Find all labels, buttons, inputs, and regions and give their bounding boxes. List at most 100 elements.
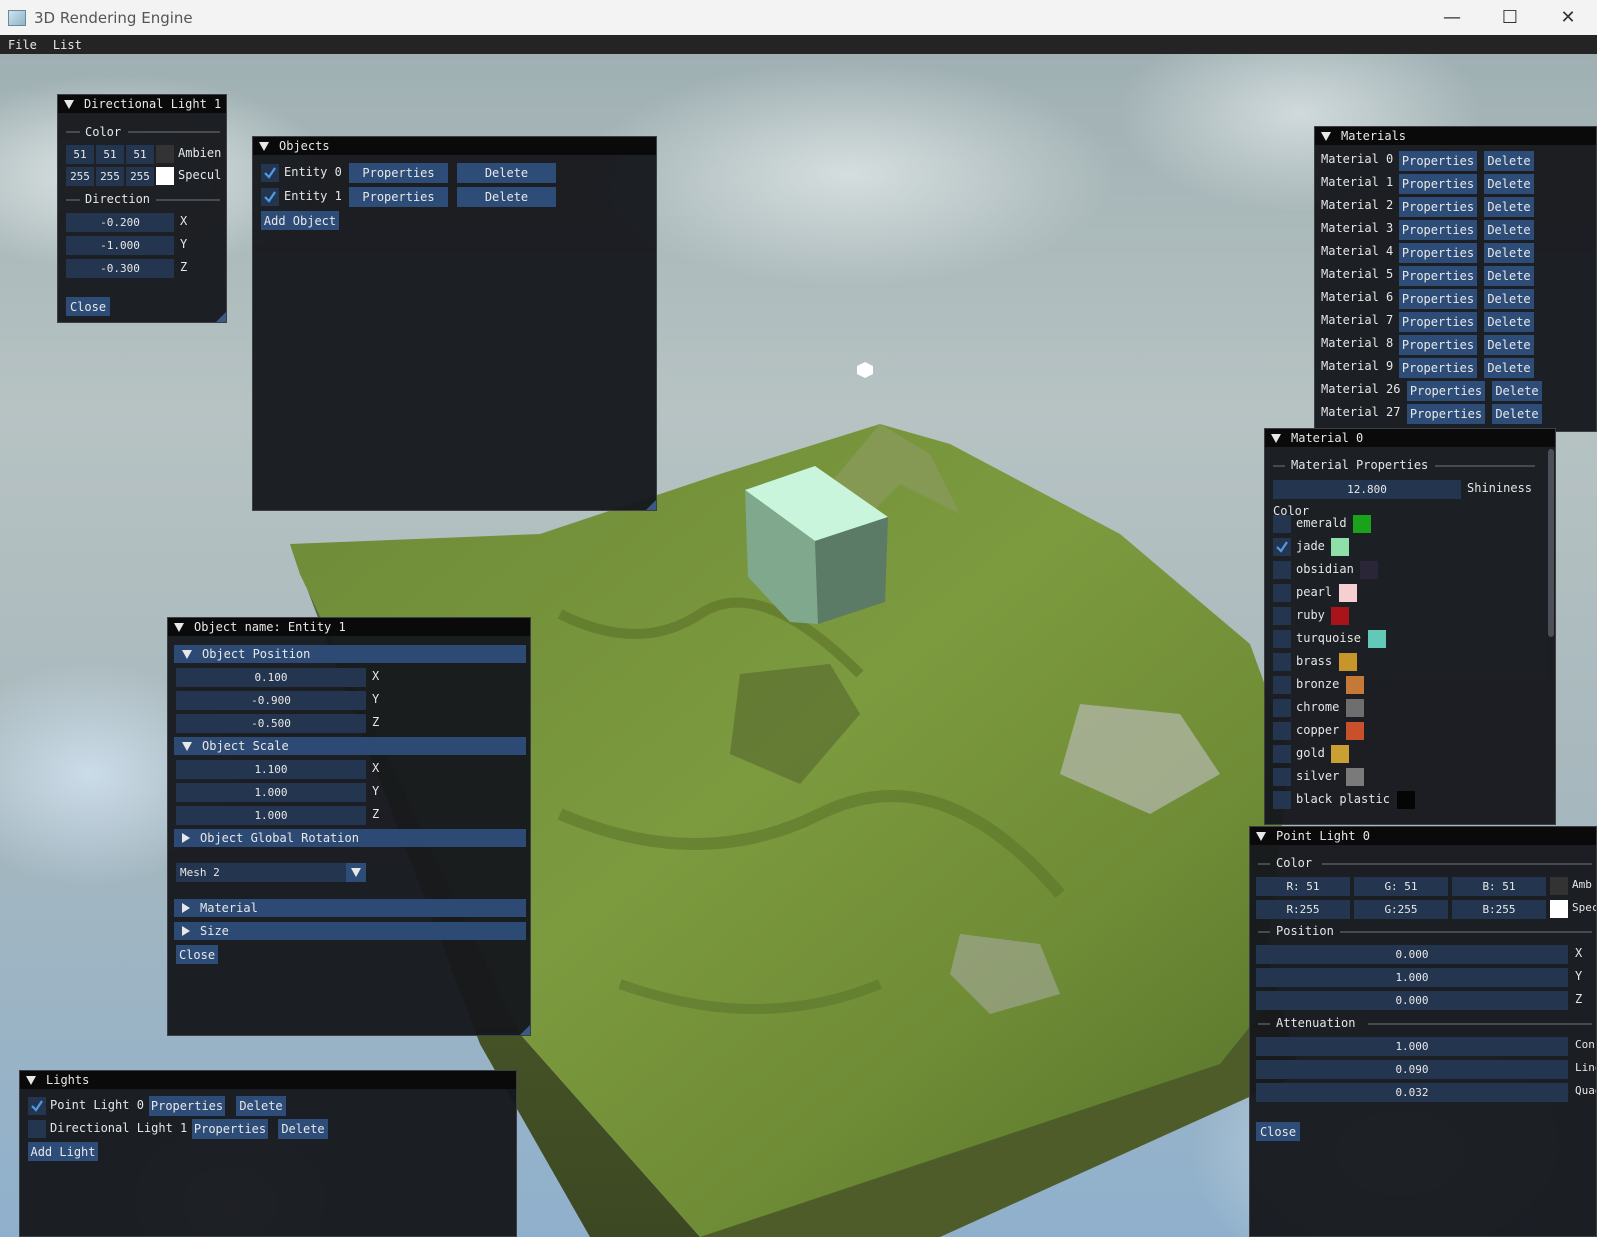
resize-grip[interactable] bbox=[646, 500, 656, 510]
entity-1-checkbox[interactable] bbox=[261, 188, 279, 206]
material-properties-button[interactable]: Properties bbox=[1399, 174, 1477, 194]
ambient-r-field[interactable]: 51 bbox=[66, 145, 94, 164]
specular-b-field[interactable]: 255 bbox=[126, 167, 154, 186]
preset-color-swatch[interactable] bbox=[1346, 699, 1364, 717]
ambient-b-field[interactable]: 51 bbox=[126, 145, 154, 164]
material-delete-button[interactable]: Delete bbox=[1492, 381, 1542, 401]
preset-color-swatch[interactable] bbox=[1331, 745, 1349, 763]
entity-0-properties-button[interactable]: Properties bbox=[349, 163, 448, 183]
preset-color-swatch[interactable] bbox=[1346, 768, 1364, 786]
position-z-field[interactable]: -0.500 bbox=[176, 714, 366, 733]
materials-titlebar[interactable]: Materials bbox=[1315, 127, 1596, 145]
menu-list[interactable]: List bbox=[45, 38, 90, 52]
preset-color-swatch[interactable] bbox=[1339, 653, 1357, 671]
preset-color-swatch[interactable] bbox=[1346, 676, 1364, 694]
attenuation-linear-field[interactable]: 0.090 bbox=[1256, 1060, 1568, 1079]
material-properties-button[interactable]: Properties bbox=[1399, 151, 1477, 171]
preset-checkbox[interactable] bbox=[1273, 607, 1291, 625]
material-delete-button[interactable]: Delete bbox=[1484, 243, 1534, 263]
lights-titlebar[interactable]: Lights bbox=[20, 1071, 516, 1089]
collapse-arrow-icon[interactable] bbox=[259, 141, 269, 151]
add-object-button[interactable]: Add Object bbox=[261, 211, 339, 230]
minimize-icon[interactable]: — bbox=[1423, 0, 1481, 35]
point-light-titlebar[interactable]: Point Light 0 bbox=[1250, 827, 1596, 845]
preset-checkbox[interactable] bbox=[1273, 538, 1291, 556]
scale-z-field[interactable]: 1.000 bbox=[176, 806, 366, 825]
preset-color-swatch[interactable] bbox=[1331, 607, 1349, 625]
material-delete-button[interactable]: Delete bbox=[1484, 312, 1534, 332]
dropdown-arrow-icon[interactable] bbox=[346, 863, 366, 882]
material-properties-button[interactable]: Properties bbox=[1407, 381, 1485, 401]
material-delete-button[interactable]: Delete bbox=[1492, 404, 1542, 424]
scrollbar-thumb[interactable] bbox=[1548, 449, 1554, 637]
collapse-arrow-icon[interactable] bbox=[1321, 131, 1331, 141]
directional-light-1-delete-button[interactable]: Delete bbox=[278, 1119, 328, 1139]
preset-checkbox[interactable] bbox=[1273, 676, 1291, 694]
object-scale-header[interactable]: Object Scale bbox=[174, 737, 526, 755]
preset-checkbox[interactable] bbox=[1273, 699, 1291, 717]
preset-color-swatch[interactable] bbox=[1368, 630, 1386, 648]
preset-checkbox[interactable] bbox=[1273, 745, 1291, 763]
collapse-arrow-icon[interactable] bbox=[1256, 831, 1266, 841]
close-button[interactable]: Close bbox=[176, 945, 218, 964]
specular-r-field[interactable]: 255 bbox=[66, 167, 94, 186]
resize-grip[interactable] bbox=[216, 312, 226, 322]
material-0-titlebar[interactable]: Material 0 bbox=[1265, 429, 1555, 447]
scale-y-field[interactable]: 1.000 bbox=[176, 783, 366, 802]
material-delete-button[interactable]: Delete bbox=[1484, 266, 1534, 286]
directional-light-1-properties-button[interactable]: Properties bbox=[192, 1119, 268, 1139]
preset-checkbox[interactable] bbox=[1273, 584, 1291, 602]
material-delete-button[interactable]: Delete bbox=[1484, 197, 1534, 217]
material-properties-button[interactable]: Properties bbox=[1399, 243, 1477, 263]
preset-color-swatch[interactable] bbox=[1397, 791, 1415, 809]
material-header[interactable]: Material bbox=[174, 899, 526, 917]
preset-checkbox[interactable] bbox=[1273, 630, 1291, 648]
preset-checkbox[interactable] bbox=[1273, 653, 1291, 671]
entity-0-checkbox[interactable] bbox=[261, 164, 279, 182]
specular-g-field[interactable]: 255 bbox=[96, 167, 124, 186]
preset-color-swatch[interactable] bbox=[1339, 584, 1357, 602]
objects-titlebar[interactable]: Objects bbox=[253, 137, 656, 155]
add-light-button[interactable]: Add Light bbox=[28, 1142, 98, 1161]
ambient-r-field[interactable]: R: 51 bbox=[1256, 877, 1350, 896]
direction-z-field[interactable]: -0.300 bbox=[66, 259, 174, 278]
size-header[interactable]: Size bbox=[174, 922, 526, 940]
specular-r-field[interactable]: R:255 bbox=[1256, 900, 1350, 919]
preset-color-swatch[interactable] bbox=[1360, 561, 1378, 579]
close-button[interactable]: Close bbox=[1256, 1122, 1300, 1141]
ambient-b-field[interactable]: B: 51 bbox=[1452, 877, 1546, 896]
preset-checkbox[interactable] bbox=[1273, 722, 1291, 740]
preset-color-swatch[interactable] bbox=[1353, 515, 1371, 533]
material-properties-button[interactable]: Properties bbox=[1407, 404, 1485, 424]
position-y-field[interactable]: 1.000 bbox=[1256, 968, 1568, 987]
menu-file[interactable]: File bbox=[0, 38, 45, 52]
position-x-field[interactable]: 0.100 bbox=[176, 668, 366, 687]
point-light-0-properties-button[interactable]: Properties bbox=[149, 1096, 225, 1116]
preset-checkbox[interactable] bbox=[1273, 561, 1291, 579]
specular-color-swatch[interactable] bbox=[1550, 900, 1568, 918]
material-properties-button[interactable]: Properties bbox=[1399, 335, 1477, 355]
specular-color-swatch[interactable] bbox=[156, 167, 174, 185]
specular-g-field[interactable]: G:255 bbox=[1354, 900, 1448, 919]
entity-1-properties-button[interactable]: Properties bbox=[349, 187, 448, 207]
preset-checkbox[interactable] bbox=[1273, 515, 1291, 533]
collapse-arrow-icon[interactable] bbox=[26, 1075, 36, 1085]
attenuation-constant-field[interactable]: 1.000 bbox=[1256, 1037, 1568, 1056]
attenuation-quadratic-field[interactable]: 0.032 bbox=[1256, 1083, 1568, 1102]
point-light-0-delete-button[interactable]: Delete bbox=[236, 1096, 286, 1116]
material-properties-button[interactable]: Properties bbox=[1399, 312, 1477, 332]
preset-checkbox[interactable] bbox=[1273, 768, 1291, 786]
material-properties-button[interactable]: Properties bbox=[1399, 197, 1477, 217]
point-light-0-checkbox[interactable] bbox=[28, 1097, 46, 1115]
scale-x-field[interactable]: 1.100 bbox=[176, 760, 366, 779]
collapse-arrow-icon[interactable] bbox=[1271, 433, 1281, 443]
object-properties-titlebar[interactable]: Object name: Entity 1 bbox=[168, 618, 530, 636]
material-delete-button[interactable]: Delete bbox=[1484, 174, 1534, 194]
ambient-g-field[interactable]: 51 bbox=[96, 145, 124, 164]
collapse-arrow-icon[interactable] bbox=[64, 99, 74, 109]
direction-y-field[interactable]: -1.000 bbox=[66, 236, 174, 255]
ambient-color-swatch[interactable] bbox=[156, 145, 174, 163]
maximize-icon[interactable]: ☐ bbox=[1481, 0, 1539, 35]
position-z-field[interactable]: 0.000 bbox=[1256, 991, 1568, 1010]
directional-light-titlebar[interactable]: Directional Light 1 bbox=[58, 95, 226, 113]
